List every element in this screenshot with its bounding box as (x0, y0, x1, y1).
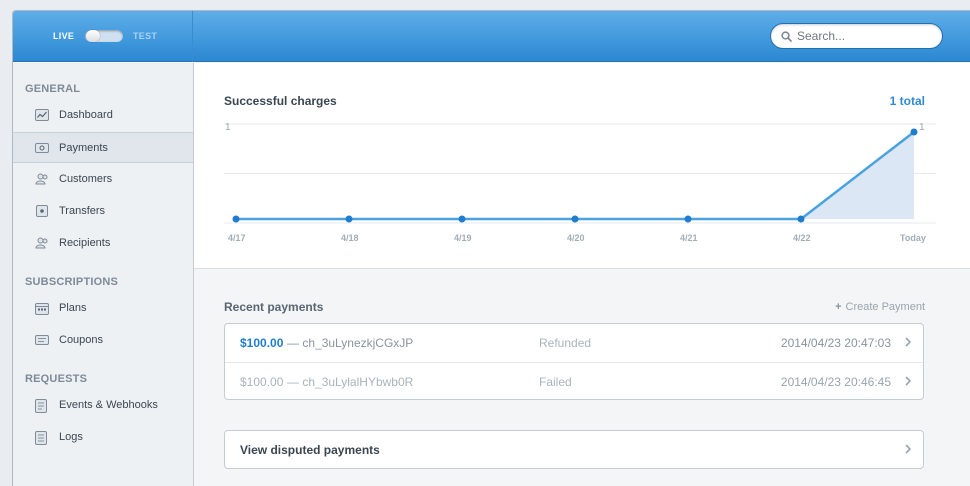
chevron-right-icon (905, 376, 911, 386)
sidebar: GENERAL Dashboard Payments Customers Tra… (13, 63, 194, 486)
x-tick-label: Today (900, 233, 926, 243)
payment-status: Failed (539, 375, 572, 389)
separator: — (287, 336, 299, 350)
x-tick-label: 4/18 (341, 233, 359, 243)
chart-point-6[interactable] (910, 128, 918, 136)
sidebar-item-label: Transfers (59, 205, 106, 217)
live-mode-label[interactable]: LIVE (53, 31, 74, 41)
main-content: 4/17 4/18 4/19 4/20 4/21 4/22 Today 1 1 Succes… (194, 63, 970, 486)
x-tick-label: 4/22 (793, 233, 811, 243)
chevron-right-icon (905, 444, 911, 454)
chart-point-2[interactable] (458, 215, 466, 223)
sidebar-item-plans[interactable]: Plans (13, 293, 193, 324)
sidebar-item-events-webhooks[interactable]: Events & Webhooks (13, 390, 193, 421)
x-tick-label: 4/17 (228, 233, 246, 243)
disputed-payments-label: View disputed payments (240, 443, 380, 457)
chart-title: Successful charges (224, 94, 337, 108)
sidebar-item-payments[interactable]: Payments (13, 132, 193, 163)
transfers-icon (36, 205, 48, 217)
section-label-general: GENERAL (25, 83, 81, 95)
sidebar-item-label: Events & Webhooks (59, 399, 158, 411)
chevron-right-icon (905, 337, 911, 347)
sidebar-item-recipients[interactable]: Recipients (13, 228, 193, 259)
events-icon (35, 399, 47, 413)
coupon-icon (35, 335, 49, 345)
payment-date: 2014/04/23 20:46:45 (780, 375, 891, 389)
live-test-toggle[interactable] (85, 30, 123, 42)
sidebar-item-label: Plans (59, 302, 87, 314)
toggle-knob[interactable] (86, 30, 100, 42)
payment-row[interactable]: $100.00 — ch_3uLynezkjCGxJP Refunded 201… (225, 324, 923, 362)
sidebar-item-transfers[interactable]: Transfers (13, 196, 193, 227)
customers-icon (35, 173, 48, 185)
sidebar-item-coupons[interactable]: Coupons (13, 325, 193, 356)
chart-point-0[interactable] (232, 215, 240, 223)
view-disputed-payments-button[interactable]: View disputed payments (224, 430, 924, 469)
sidebar-item-label: Logs (59, 431, 83, 443)
search-box[interactable] (770, 23, 943, 49)
chart-point-4[interactable] (684, 215, 692, 223)
payment-amount: $100.00 (240, 336, 284, 350)
chart-point-3[interactable] (571, 215, 579, 223)
payment-amount: $100.00 (240, 375, 284, 389)
y-axis-max-label-right: 1 (919, 122, 925, 133)
payment-date: 2014/04/23 20:47:03 (780, 336, 891, 350)
mode-switch-area: LIVE TEST (13, 11, 193, 62)
payment-status: Refunded (539, 336, 592, 350)
section-label-requests: REQUESTS (25, 373, 88, 385)
separator: — (287, 375, 299, 389)
chart-series-line (236, 131, 915, 221)
dashboard-icon (35, 109, 49, 121)
successful-charges-panel: 4/17 4/18 4/19 4/20 4/21 4/22 Today 1 1 Succes… (194, 63, 970, 269)
sidebar-item-label: Recipients (59, 237, 111, 249)
sidebar-item-label: Payments (59, 142, 108, 154)
top-bar: LIVE TEST (13, 11, 970, 62)
app-window: LIVE TEST GENERAL Dashboard Payments Cus… (12, 10, 970, 486)
x-tick-label: 4/20 (567, 233, 585, 243)
sidebar-item-customers[interactable]: Customers (13, 164, 193, 195)
test-mode-label[interactable]: TEST (133, 31, 157, 41)
create-payment-label: Create Payment (845, 301, 925, 313)
section-label-subscriptions: SUBSCRIPTIONS (25, 276, 119, 288)
recent-payments-title: Recent payments (224, 300, 324, 314)
charge-id: ch_3uLynezkjCGxJP (302, 336, 414, 350)
y-axis-max-label-left: 1 (225, 122, 231, 133)
search-icon (781, 31, 792, 42)
x-tick-label: 4/21 (680, 233, 698, 243)
sidebar-item-logs[interactable]: Logs (13, 422, 193, 453)
recipients-icon (35, 237, 48, 249)
sidebar-item-label: Dashboard (59, 109, 113, 121)
charge-id: ch_3uLylalHYbwb0R (302, 375, 414, 389)
plus-icon: + (835, 301, 842, 313)
x-tick-label: 4/19 (454, 233, 472, 243)
charges-total-link[interactable]: 1 total (890, 94, 925, 108)
calendar-icon (35, 303, 49, 315)
chart-point-5[interactable] (797, 215, 805, 223)
payments-icon (35, 143, 49, 153)
payment-charge-id: — ch_3uLynezkjCGxJP (287, 336, 413, 350)
logs-icon (35, 431, 47, 445)
create-payment-button[interactable]: + Create Payment (835, 301, 925, 313)
recent-payments-list: $100.00 — ch_3uLynezkjCGxJP Refunded 201… (224, 323, 924, 400)
sidebar-item-label: Customers (59, 173, 113, 185)
payment-charge-id: — ch_3uLylalHYbwb0R (287, 375, 413, 389)
payment-row[interactable]: $100.00 — ch_3uLylalHYbwb0R Failed 2014/… (225, 362, 923, 400)
sidebar-item-label: Coupons (59, 334, 104, 346)
sidebar-item-dashboard[interactable]: Dashboard (13, 100, 193, 131)
chart-point-1[interactable] (345, 215, 353, 223)
search-input[interactable] (797, 27, 937, 45)
